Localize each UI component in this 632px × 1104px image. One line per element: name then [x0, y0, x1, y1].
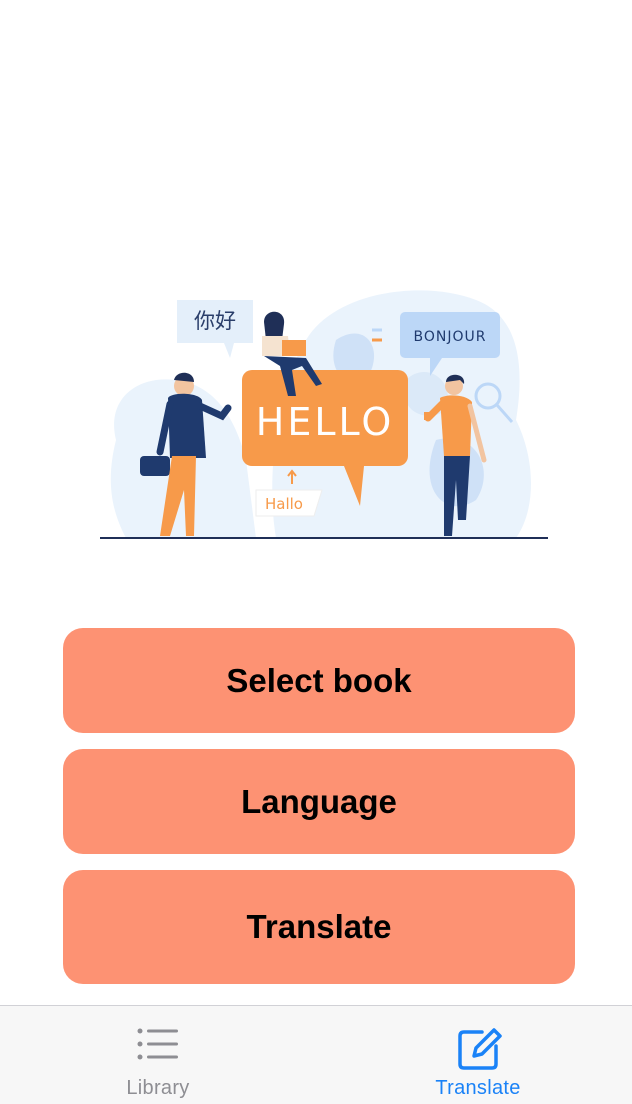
bubble-bonjour-text: BONJOUR [414, 329, 487, 345]
translate-button[interactable]: Translate [63, 870, 575, 984]
edit-icon [458, 1028, 502, 1070]
select-book-button[interactable]: Select book [63, 628, 575, 733]
chinese-bubble: 你好 [177, 300, 253, 358]
translate-screen: 你好 BONJOUR HELLO Hallo Select book Langu… [0, 0, 632, 1104]
tab-library-label: Library [126, 1077, 190, 1099]
bubble-hello-text: HELLO [256, 400, 394, 444]
tab-bar: Library Translate [0, 1005, 632, 1104]
list-icon [137, 1028, 178, 1060]
tab-library[interactable]: Library [48, 1006, 268, 1104]
language-button[interactable]: Language [63, 749, 575, 854]
bubble-hallo-text: Hallo [265, 495, 303, 513]
tab-translate-label: Translate [435, 1077, 521, 1099]
bubble-chinese-text: 你好 [194, 309, 236, 333]
tab-translate[interactable]: Translate [368, 1006, 588, 1104]
language-illustration: 你好 BONJOUR HELLO Hallo [100, 290, 548, 539]
